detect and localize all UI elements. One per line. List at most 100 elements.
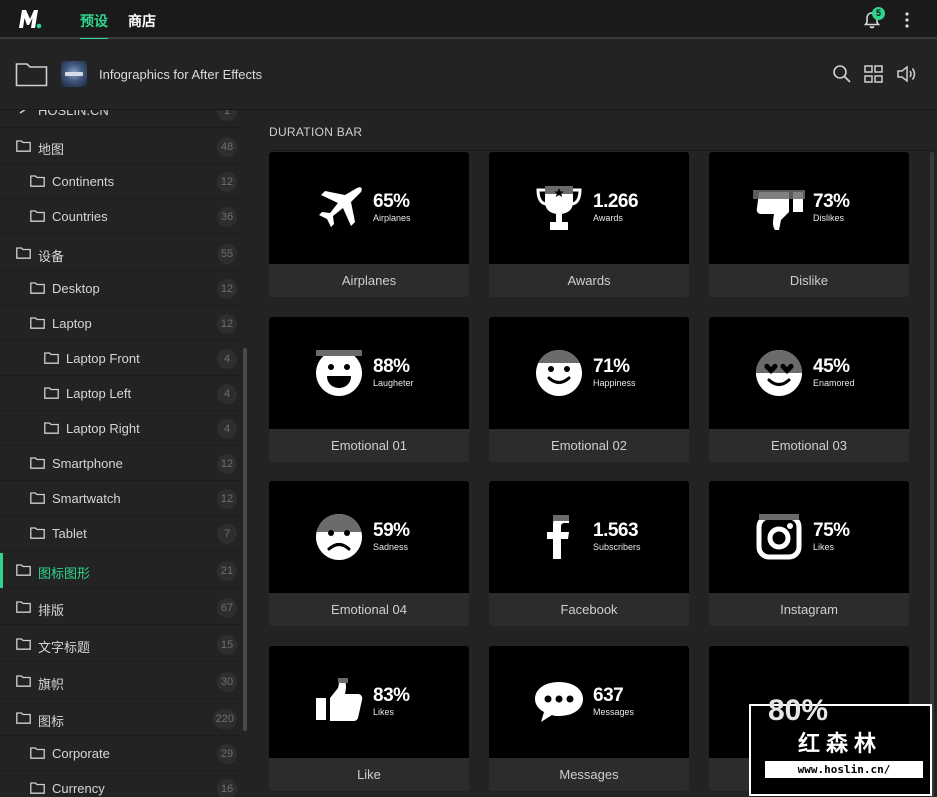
folder-icon xyxy=(30,492,45,504)
item-count: 12 xyxy=(217,314,237,334)
preset-card-facebook[interactable]: 1.563 Subscribers Facebook xyxy=(489,481,689,626)
folder-icon xyxy=(30,747,45,759)
preset-card-awards[interactable]: 1.266 Awards Awards xyxy=(489,152,689,297)
category-sidebar: HOSLIN.CN 1 地图 48 Continents 12 Countrie… xyxy=(0,110,248,797)
grid-scrollbar[interactable] xyxy=(930,152,934,797)
item-count: 12 xyxy=(217,454,237,474)
item-count: 4 xyxy=(217,384,237,404)
card-subtitle: Laugheter xyxy=(373,378,414,388)
preset-card-emotional-04[interactable]: 59% Sadness Emotional 04 xyxy=(269,481,469,626)
item-count: 4 xyxy=(217,349,237,369)
card-preview: 45% Enamored xyxy=(709,317,909,429)
card-value: 71% xyxy=(593,356,630,377)
sidebar-item-countries[interactable]: Countries 36 xyxy=(0,199,240,234)
watermark-overlay: 80% 红森林 www.hoslin.cn/ xyxy=(749,694,932,796)
sidebar-item-laptop-front[interactable]: Laptop Front 4 xyxy=(0,341,240,376)
preset-card-emotional-02[interactable]: 71% Happiness Emotional 02 xyxy=(489,317,689,462)
folder-icon xyxy=(44,387,59,399)
pack-thumbnail[interactable] xyxy=(61,61,87,87)
sidebar-item-devices[interactable]: 设备 55 xyxy=(0,236,240,271)
preset-card-emotional-01[interactable]: 88% Laugheter Emotional 01 xyxy=(269,317,469,462)
card-label: Emotional 01 xyxy=(331,438,407,453)
item-count: 48 xyxy=(217,137,237,157)
laughing-face-icon xyxy=(316,350,362,396)
folder-icon xyxy=(44,422,59,434)
sidebar-item-smartphone[interactable]: Smartphone 12 xyxy=(0,446,240,481)
trophy-icon xyxy=(536,186,582,230)
item-count: 36 xyxy=(217,207,237,227)
search-icon[interactable] xyxy=(831,63,853,85)
preset-card-dislike[interactable]: 73% Dislikes Dislike xyxy=(709,152,909,297)
sidebar-item-desktop[interactable]: Desktop 12 xyxy=(0,271,240,306)
preset-card-emotional-03[interactable]: 45% Enamored Emotional 03 xyxy=(709,317,909,462)
folder-icon xyxy=(16,601,31,613)
card-label: Facebook xyxy=(560,602,618,617)
preset-card-messages[interactable]: 637 Messages Messages xyxy=(489,646,689,791)
card-preview: 88% Laugheter xyxy=(269,317,469,429)
sidebar-item-maps[interactable]: 地图 48 xyxy=(0,129,240,164)
folder-icon xyxy=(30,175,45,187)
card-label: Emotional 04 xyxy=(331,602,407,617)
folder-icon xyxy=(16,247,31,259)
grid-view-icon[interactable] xyxy=(863,63,885,85)
card-label: Like xyxy=(357,767,381,782)
section-divider xyxy=(269,150,935,151)
card-value: 83% xyxy=(373,685,410,706)
folder-icon xyxy=(16,564,31,576)
card-label: Airplanes xyxy=(341,273,397,288)
watermark-url: www.hoslin.cn/ xyxy=(765,761,923,778)
card-value: 1.563 xyxy=(593,520,639,541)
card-label: Emotional 03 xyxy=(771,438,847,453)
card-value: 88% xyxy=(373,356,410,377)
card-subtitle: Airplanes xyxy=(373,213,411,223)
sidebar-item-icons[interactable]: 图标 220 xyxy=(0,701,240,736)
card-value: 637 xyxy=(593,685,624,706)
sidebar-item-flags[interactable]: 旗帜 30 xyxy=(0,664,240,699)
sad-face-icon xyxy=(316,514,362,560)
card-preview: 637 Messages xyxy=(489,646,689,758)
tab-presets[interactable]: 预设 xyxy=(80,11,108,40)
card-label: Awards xyxy=(567,273,611,288)
link-icon xyxy=(19,110,26,114)
sidebar-item-typesetting[interactable]: 排版 67 xyxy=(0,590,240,625)
folder-icon[interactable] xyxy=(15,61,48,87)
item-count: 30 xyxy=(217,672,237,692)
sidebar-item-laptop[interactable]: Laptop 12 xyxy=(0,306,240,341)
app-logo-icon[interactable] xyxy=(18,8,42,30)
item-count: 15 xyxy=(217,635,237,655)
card-subtitle: Enamored xyxy=(813,378,855,388)
tab-store[interactable]: 商店 xyxy=(128,11,156,39)
item-count: 12 xyxy=(217,279,237,299)
card-value: 73% xyxy=(813,191,850,212)
sidebar-item-text-titles[interactable]: 文字标题 15 xyxy=(0,627,240,662)
instagram-icon xyxy=(756,514,802,560)
preset-card-airplanes[interactable]: 65% Airplanes Airplanes xyxy=(269,152,469,297)
sidebar-item-tablet[interactable]: Tablet 7 xyxy=(0,516,240,551)
item-count: 12 xyxy=(217,489,237,509)
preset-card-instagram[interactable]: 75% Likes Instagram xyxy=(709,481,909,626)
more-menu-icon[interactable] xyxy=(897,10,917,30)
sidebar-item-icon-graphics[interactable]: 图标图形 21 xyxy=(0,553,240,588)
item-count: 16 xyxy=(217,779,237,797)
sidebar-item-smartwatch[interactable]: Smartwatch 12 xyxy=(0,481,240,516)
notification-badge: 5 xyxy=(872,7,885,20)
item-count: 220 xyxy=(212,709,237,729)
card-subtitle: Awards xyxy=(593,213,623,223)
folder-icon xyxy=(30,282,45,294)
preset-card-like[interactable]: 83% Likes Like xyxy=(269,646,469,791)
card-subtitle: Happiness xyxy=(593,378,636,388)
sidebar-item-laptop-left[interactable]: Laptop Left 4 xyxy=(0,376,240,411)
sidebar-item-continents[interactable]: Continents 12 xyxy=(0,164,240,199)
happy-face-icon xyxy=(536,350,582,396)
facebook-icon xyxy=(547,515,569,559)
item-count: 4 xyxy=(217,419,237,439)
sidebar-item-currency[interactable]: Currency 16 xyxy=(0,771,240,797)
volume-icon[interactable] xyxy=(896,63,918,85)
card-value: 75% xyxy=(813,520,850,541)
sidebar-item-laptop-right[interactable]: Laptop Right 4 xyxy=(0,411,240,446)
card-subtitle: Subscribers xyxy=(593,542,641,552)
thumbs-up-icon xyxy=(316,678,363,721)
sidebar-item-hoslin[interactable]: HOSLIN.CN 1 xyxy=(0,110,240,128)
sidebar-scrollbar[interactable] xyxy=(243,348,247,731)
sidebar-item-corporate[interactable]: Corporate 29 xyxy=(0,736,240,771)
